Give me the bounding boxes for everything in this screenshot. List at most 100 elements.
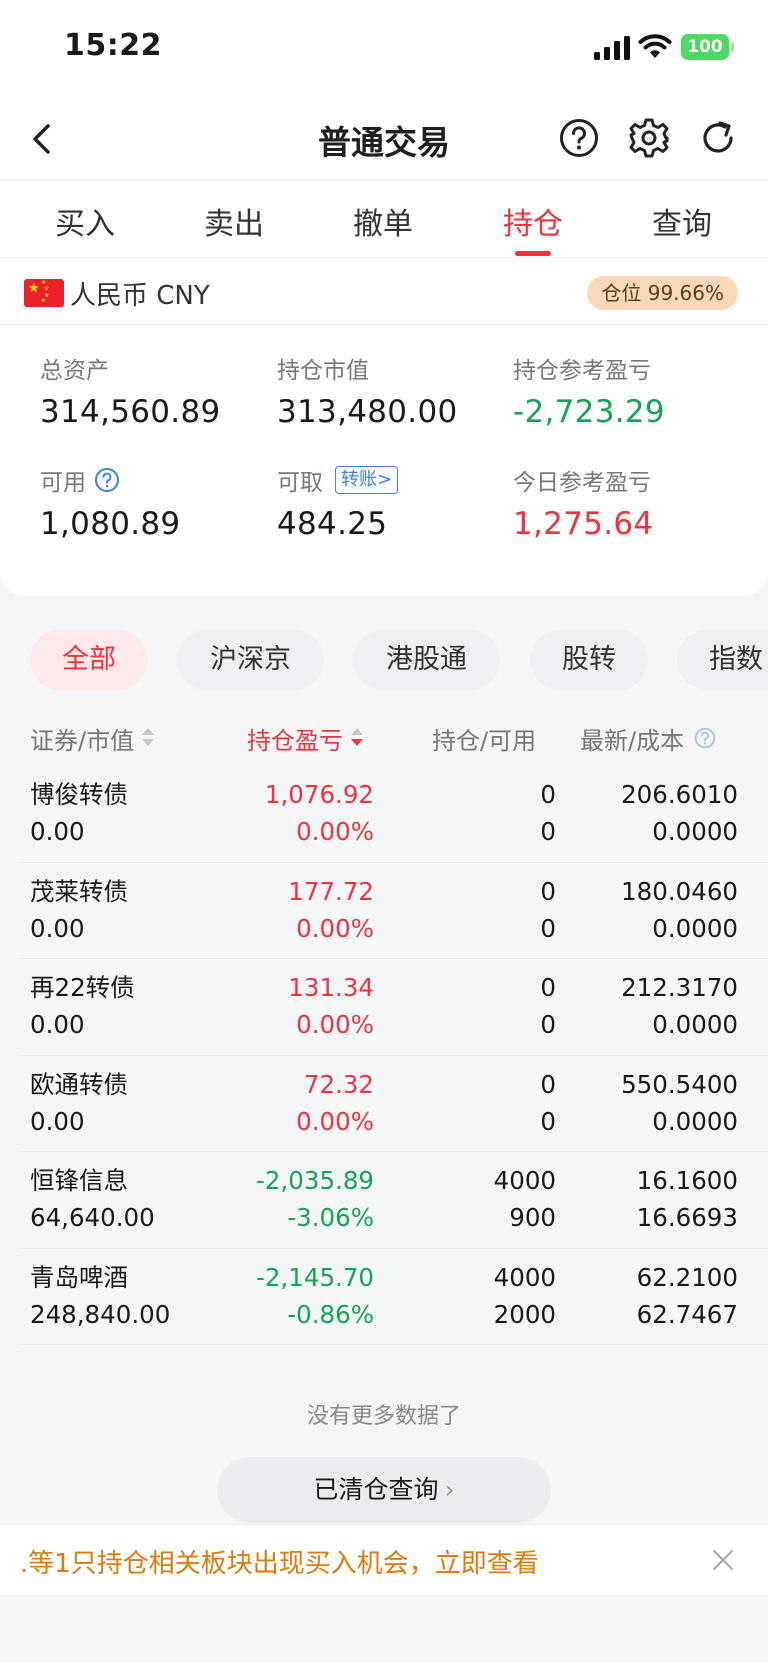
divider (0, 324, 768, 325)
last-price: 550.5400 (621, 1069, 738, 1099)
cleared-positions-button[interactable]: 已清仓查询 › (217, 1457, 551, 1523)
filter-neeq[interactable]: 股转 (530, 630, 648, 690)
holding-pl: 持仓参考盈亏 -2,723.29 (513, 352, 665, 430)
total-assets-label: 总资产 (40, 358, 109, 384)
header-pl[interactable]: 持仓盈亏 (247, 718, 363, 758)
help-icon[interactable] (558, 117, 600, 159)
position-qty: 0 (540, 876, 556, 906)
security-name: 欧通转债 (30, 1069, 128, 1099)
available-qty: 0 (540, 817, 556, 846)
market-filter-chips: 全部 沪深京 港股通 股转 指数 (0, 630, 768, 690)
cellular-signal-icon (594, 36, 630, 60)
total-assets: 总资产 314,560.89 (40, 352, 221, 430)
table-row[interactable]: 青岛啤酒 248,840.00 -2,145.70 -0.86% 4000 20… (20, 1249, 768, 1345)
position-qty: 0 (540, 973, 556, 1002)
withdrawable-label: 可取 (277, 470, 323, 496)
table-row[interactable]: 茂莱转债 0.00 177.72 0.00% 0 0 180.0460 0.00… (20, 863, 768, 959)
battery-icon: 100 (681, 34, 729, 60)
help-circle-icon[interactable] (694, 727, 716, 749)
last-price: 212.3170 (621, 973, 738, 1002)
available-qty: 0 (540, 1010, 556, 1039)
holding-pl-percent: -3.06% (287, 1203, 374, 1232)
security-name: 茂莱转债 (30, 876, 128, 906)
holding-pl-percent: 0.00% (296, 1010, 374, 1039)
nav-bar: 普通交易 (0, 100, 768, 180)
security-name: 再22转债 (30, 973, 135, 1002)
table-row[interactable]: 博俊转债 0.00 1,076.92 0.00% 0 0 206.6010 0.… (20, 766, 768, 863)
settings-gear-icon[interactable] (628, 117, 670, 159)
security-market-value: 0.00 (30, 913, 85, 943)
tab-positions[interactable]: 持仓 (458, 199, 608, 243)
help-circle-icon[interactable] (94, 467, 120, 493)
holding-pl-percent: 0.00% (296, 913, 374, 943)
filter-all[interactable]: 全部 (30, 630, 148, 690)
holdings-table-header: 证券/市值 持仓盈亏 持仓/可用 最新/成本 (0, 718, 768, 758)
market-value-value: 313,480.00 (277, 394, 458, 430)
table-row[interactable]: 恒锋信息 64,640.00 -2,035.89 -3.06% 4000 900… (20, 1152, 768, 1249)
trade-tabs: 买入 卖出 撤单 持仓 查询 (0, 181, 768, 258)
cost-price: 0.0000 (652, 817, 738, 846)
withdrawable-value: 484.25 (277, 506, 388, 542)
refresh-icon[interactable] (697, 117, 739, 159)
today-pl-label: 今日参考盈亏 (513, 470, 651, 496)
cost-price: 0.0000 (652, 913, 738, 943)
security-market-value: 0.00 (30, 1010, 85, 1039)
close-icon[interactable] (710, 1547, 736, 1573)
table-row[interactable]: 欧通转债 0.00 72.32 0.00% 0 0 550.5400 0.000… (20, 1056, 768, 1152)
security-name: 博俊转债 (30, 780, 128, 809)
china-flag-icon: ★ ★ ★ ★ ★ (24, 279, 64, 307)
last-price: 16.1600 (636, 1166, 738, 1195)
last-price: 62.2100 (636, 1262, 738, 1292)
wifi-icon (638, 34, 672, 58)
security-name: 青岛啤酒 (30, 1262, 128, 1292)
header-position: 持仓/可用 (432, 726, 537, 755)
currency-selector[interactable]: ★ ★ ★ ★ ★ 人民币 CNY (24, 278, 210, 311)
filter-hk-connect[interactable]: 港股通 (353, 630, 500, 690)
tab-buy[interactable]: 买入 (10, 199, 160, 243)
sort-desc-icon (351, 727, 363, 749)
filter-sh-sz-bj[interactable]: 沪深京 (177, 630, 324, 690)
cost-price: 62.7467 (636, 1299, 738, 1329)
available-funds: 可用 1,080.89 (40, 464, 180, 542)
total-assets-value: 314,560.89 (40, 394, 221, 430)
transfer-button[interactable]: 转账> (335, 466, 399, 494)
available-value: 1,080.89 (40, 506, 181, 542)
holding-pl-percent: 0.00% (296, 817, 374, 846)
holdings-list: 博俊转债 0.00 1,076.92 0.00% 0 0 206.6010 0.… (20, 766, 768, 1345)
security-market-value: 64,640.00 (30, 1203, 155, 1232)
table-row[interactable]: 再22转债 0.00 131.34 0.00% 0 0 212.3170 0.0… (20, 959, 768, 1056)
today-pl: 今日参考盈亏 1,275.64 (513, 464, 653, 542)
holding-pl-amount: 1,076.92 (264, 780, 374, 809)
filter-index[interactable]: 指数 (677, 630, 768, 690)
holding-pl-label: 持仓参考盈亏 (513, 358, 651, 384)
holding-pl-amount: 72.32 (303, 1069, 374, 1099)
tab-query[interactable]: 查询 (607, 199, 757, 243)
available-qty: 0 (540, 1106, 556, 1136)
tab-sell[interactable]: 卖出 (159, 199, 309, 243)
market-value-label: 持仓市值 (277, 358, 369, 384)
tab-cancel-order[interactable]: 撤单 (308, 199, 458, 243)
no-more-data-text: 没有更多数据了 (306, 1404, 461, 1429)
position-qty: 4000 (493, 1262, 556, 1292)
cleared-positions-label: 已清仓查询 (313, 1475, 439, 1504)
position-qty: 0 (540, 780, 556, 809)
security-market-value: 0.00 (30, 817, 85, 846)
position-qty: 0 (540, 1069, 556, 1099)
holding-pl-amount: -2,145.70 (256, 1262, 374, 1292)
cost-price: 16.6693 (636, 1203, 738, 1232)
holding-pl-percent: -0.86% (287, 1299, 374, 1329)
holding-pl-amount: -2,035.89 (256, 1166, 374, 1195)
position-qty: 4000 (493, 1166, 556, 1195)
last-price: 206.6010 (621, 780, 738, 809)
cost-price: 0.0000 (652, 1010, 738, 1039)
banner-text: .等1只持仓相关板块出现买入机会，立即查看 (20, 1549, 539, 1579)
chevron-right-icon: › (444, 1475, 455, 1504)
holding-pl-amount: 131.34 (288, 973, 374, 1002)
today-pl-value: 1,275.64 (513, 506, 654, 542)
opportunity-banner[interactable]: .等1只持仓相关板块出现买入机会，立即查看 (0, 1524, 768, 1596)
last-price: 180.0460 (621, 876, 738, 906)
battery-tip (731, 42, 734, 52)
holding-pl-amount: 177.72 (288, 876, 374, 906)
sort-icon (142, 727, 155, 749)
header-security[interactable]: 证券/市值 (30, 718, 155, 758)
